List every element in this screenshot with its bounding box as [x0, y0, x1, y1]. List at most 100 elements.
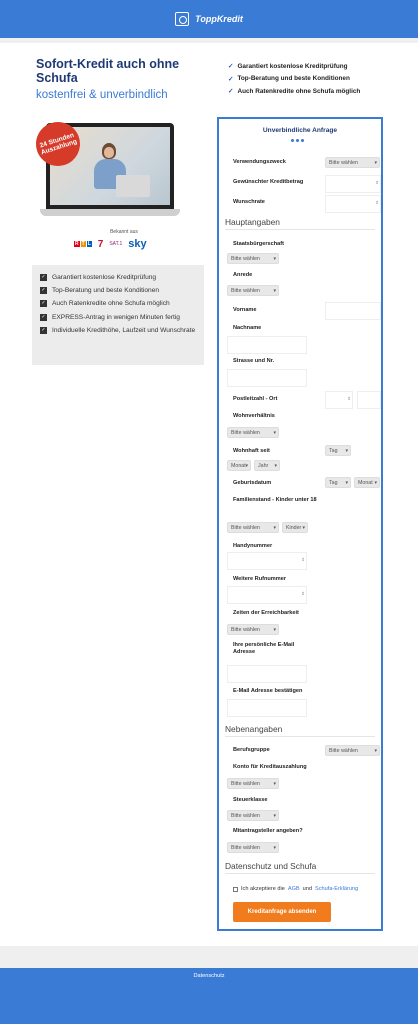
select-wohnhaft-monat[interactable]: Monat ▾	[227, 460, 251, 471]
label-mitantragsteller: Mitantragsteller angeben?	[233, 828, 303, 834]
checkbox-icon: ✓	[40, 287, 47, 295]
section-hauptangaben: Hauptangaben	[225, 217, 375, 230]
select-familienstand[interactable]: Bitte wählen ▾	[227, 522, 279, 533]
datenschutz-link[interactable]: Datenschutz	[0, 973, 418, 979]
checkbox-icon: ✓	[40, 274, 47, 281]
label-weitere-rufnummer: Weitere Rufnummer	[233, 576, 287, 582]
input-vorname[interactable]	[325, 302, 381, 320]
section-datenschutz: Datenschutz und Schufa	[225, 861, 375, 874]
label-verwendungszweck: Verwendungszweck	[233, 159, 286, 165]
select-wohnverhaeltnis[interactable]: Bitte wählen ▾	[227, 427, 279, 438]
check-icon: ✓	[228, 88, 234, 96]
chevron-down-icon: ▾	[273, 430, 276, 436]
benefit-item: ✓ Individuelle Kredithöhe, Laufzeit und W…	[40, 326, 196, 334]
promo-list: ✓ Garantiert kostenlose Kreditprüfung ✓ To…	[228, 60, 408, 98]
input-ort[interactable]	[357, 391, 381, 409]
label-strasse: Strasse und Nr.	[233, 358, 275, 364]
label-handynummer: Handynummer	[233, 543, 273, 549]
select-staatsbuergerschaft[interactable]: Bitte wählen ▾	[227, 253, 279, 264]
spinner-icon[interactable]: ⇕	[301, 591, 305, 597]
label-vorname: Vorname	[233, 307, 257, 313]
label-anrede: Anrede	[233, 272, 253, 278]
spinner-icon[interactable]: ⇕	[375, 180, 379, 186]
chevron-down-icon: ▾	[273, 813, 276, 819]
chevron-down-icon: ▾	[345, 448, 348, 454]
consent-checkbox[interactable]	[233, 886, 238, 892]
hero-subtitle: kostenfrei & unverbindlich	[36, 89, 168, 101]
chevron-down-icon: ▾	[374, 480, 377, 486]
label-steuerklasse: Steuerklasse	[233, 797, 268, 803]
spinner-icon[interactable]: ⇕	[375, 200, 379, 206]
label-berufsgruppe: Berufsgruppe	[233, 747, 270, 753]
agb-link[interactable]: AGB	[288, 886, 300, 892]
credit-request-form: Unverbindliche Anfrage Verwendungszweck …	[217, 117, 383, 931]
input-wunschrate[interactable]: ⇕	[325, 195, 381, 213]
label-wohnverhaeltnis: Wohnverhältnis	[233, 413, 275, 419]
select-geburt-monat[interactable]: Monat ▾	[354, 477, 380, 488]
label-email-confirm: E-Mail Adresse bestätigen	[233, 688, 303, 694]
checkbox-icon: ✓	[40, 313, 47, 321]
input-nachname[interactable]	[227, 336, 307, 354]
select-kinder[interactable]: Kinder ▾	[282, 522, 308, 533]
section-nebenangaben: Nebenangaben	[225, 724, 375, 737]
spinner-icon[interactable]: ⇕	[301, 557, 305, 563]
input-email[interactable]	[227, 665, 307, 683]
label-konto: Konto für Kreditauszahlung	[233, 764, 307, 770]
submit-button[interactable]: Kreditanfrage absenden	[233, 902, 331, 922]
chevron-down-icon: ▾	[302, 525, 305, 531]
sat1-logo: SAT.1	[109, 241, 123, 247]
step-dots	[291, 139, 304, 142]
label-plz-ort: Postleitzahl - Ort	[233, 396, 278, 402]
chevron-down-icon: ▾	[273, 627, 276, 633]
chevron-down-icon: ▾	[245, 463, 248, 469]
select-geburt-tag[interactable]: Tag ▾	[325, 477, 351, 488]
benefit-item: ✓ Top-Beratung und beste Konditionen	[40, 287, 160, 295]
input-plz[interactable]: ⇕	[325, 391, 353, 409]
check-icon: ✓	[228, 63, 234, 71]
brand-name[interactable]: ToppKredit	[195, 14, 243, 24]
chevron-down-icon: ▾	[273, 781, 276, 787]
promo-item: ✓ Top-Beratung und beste Konditionen	[228, 75, 350, 83]
benefit-item: ✓ EXPRESS-Antrag in wenigen Minuten ferti…	[40, 313, 180, 321]
input-kreditbetrag[interactable]: ⇕	[325, 175, 381, 193]
select-steuerklasse[interactable]: Bitte wählen ▾	[227, 810, 279, 821]
benefits-box: ✓ Garantiert kostenlose Kreditprüfung ✓ To…	[32, 265, 204, 365]
spinner-icon[interactable]: ⇕	[347, 396, 351, 402]
label-familienstand: Familienstand - Kinder unter 18	[233, 497, 317, 503]
checkbox-icon: ✓	[40, 300, 47, 308]
rtl-logo: RTL	[74, 241, 92, 247]
top-header: ToppKredit	[0, 0, 418, 38]
label-kreditbetrag: Gewünschter Kreditbetrag	[233, 179, 304, 185]
schufa-link[interactable]: Schufa-Erklärung	[315, 886, 358, 892]
select-wohnhaft-tag[interactable]: Tag ▾	[325, 445, 351, 456]
promo-item: ✓ Auch Ratenkredite ohne Schufa möglich	[228, 87, 361, 96]
chevron-down-icon: ▾	[345, 480, 348, 486]
check-icon: ✓	[228, 75, 234, 83]
label-geburtsdatum: Geburtsdatum	[233, 480, 272, 486]
chevron-down-icon: ▾	[273, 256, 276, 262]
select-berufsgruppe[interactable]: Bitte wählen ▾	[325, 745, 380, 756]
input-strasse[interactable]	[227, 369, 307, 387]
hero-title: Sofort-Kredit auch ohne Schufa	[36, 57, 180, 85]
select-mitantragsteller[interactable]: Bitte wählen ▾	[227, 842, 279, 853]
brand-logo-icon	[175, 12, 190, 26]
label-wunschrate: Wunschrate	[233, 199, 265, 205]
footer-spacer	[0, 946, 418, 968]
input-handynummer[interactable]: ⇕	[227, 552, 307, 570]
sky-logo: sky	[128, 238, 147, 250]
benefit-item: ✓ Auch Ratenkredite ohne Schufa möglich	[40, 300, 170, 308]
promo-item: ✓ Garantiert kostenlose Kreditprüfung	[228, 62, 348, 71]
select-verwendungszweck[interactable]: Bitte wählen ▾	[325, 157, 380, 168]
select-anrede[interactable]: Bitte wählen ▾	[227, 285, 279, 296]
input-email-confirm[interactable]	[227, 699, 307, 717]
input-weitere-rufnummer[interactable]: ⇕	[227, 586, 307, 604]
checkbox-icon: ✓	[40, 326, 47, 334]
chevron-down-icon: ▾	[374, 160, 377, 166]
select-erreichbarkeit[interactable]: Bitte wählen ▾	[227, 624, 279, 635]
pro7-logo: 7	[97, 238, 104, 250]
label-wohnhaft-seit: Wohnhaft seit	[233, 448, 270, 454]
select-wohnhaft-jahr[interactable]: Jahr ▾	[254, 460, 280, 471]
select-konto[interactable]: Bitte wählen ▾	[227, 778, 279, 789]
known-from-label: Bekannt aus	[110, 229, 138, 235]
chevron-down-icon: ▾	[274, 463, 277, 469]
